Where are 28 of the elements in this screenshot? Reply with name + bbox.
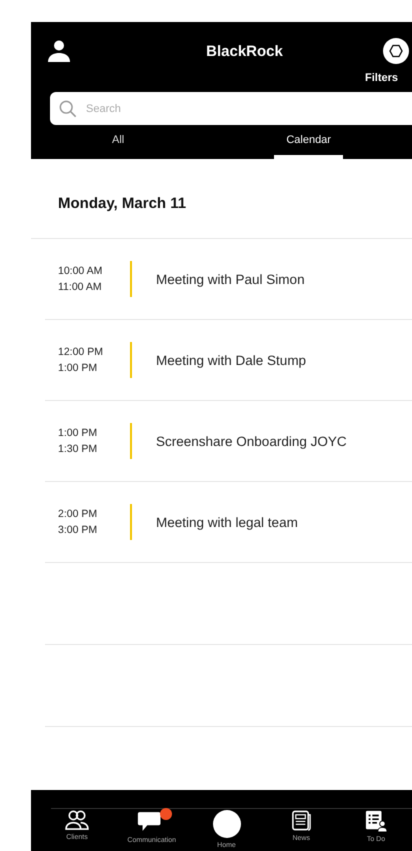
end-time: 1:30 PM: [58, 442, 98, 457]
filters-link[interactable]: Filters: [364, 72, 398, 84]
start-time: 1:00 PM: [58, 426, 98, 441]
date-heading: Monday, March 11: [31, 159, 412, 239]
event-row[interactable]: 10:00 AM 11:00 AM Meeting with Paul Simon: [45, 239, 412, 320]
event-title: Meeting with Paul Simon: [156, 272, 305, 286]
brand-logo-text: BlackRock: [206, 42, 283, 60]
home-circle-icon: [212, 810, 240, 838]
event-row[interactable]: 2:00 PM 3:00 PM Meeting with legal team: [45, 482, 412, 563]
task-list-icon: [365, 810, 387, 832]
notification-dot: [160, 808, 172, 820]
end-time: 3:00 PM: [58, 523, 98, 538]
event-title: Meeting with Dale Stump: [156, 352, 306, 368]
start-time: 12:00 PM: [58, 345, 104, 360]
start-time: 2:00 PM: [58, 507, 98, 522]
end-time: 1:00 PM: [58, 361, 98, 376]
event-row[interactable]: 12:00 PM 1:00 PM Meeting with Dale Stump: [45, 320, 412, 401]
tab[interactable]: All: [100, 129, 136, 159]
event-title: Meeting with legal team: [156, 514, 298, 530]
newspaper-icon: [290, 810, 312, 831]
end-time: 11:00 AM: [58, 280, 103, 295]
start-time: 10:00 AM: [58, 264, 104, 279]
search-icon: [59, 100, 77, 118]
event-row[interactable]: 1:00 PM 1:30 PM Screenshare Onboarding JOYC: [45, 401, 412, 482]
people-icon: [65, 810, 89, 830]
person-icon[interactable]: [47, 39, 71, 63]
event-title: Screenshare Onboarding JOYC: [156, 434, 347, 448]
search-field[interactable]: Search: [50, 92, 412, 125]
